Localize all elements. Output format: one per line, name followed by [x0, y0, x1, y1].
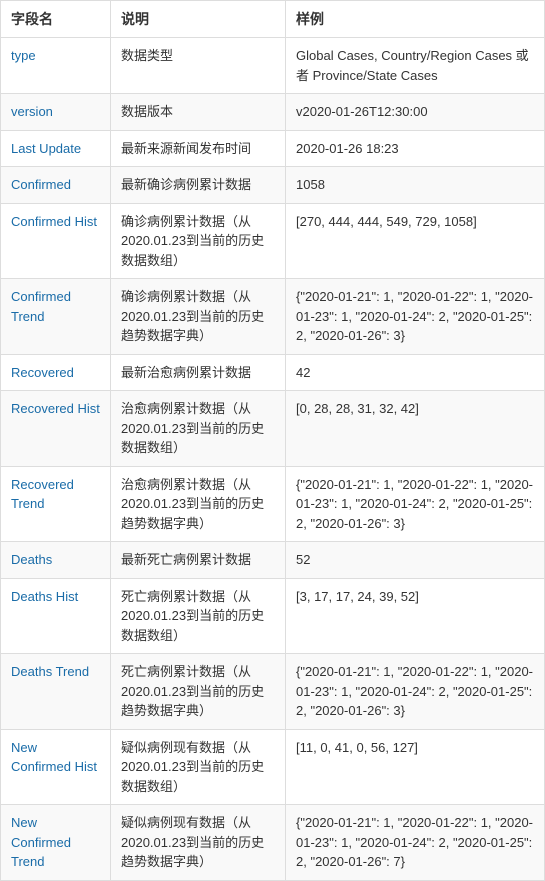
field-name: New Confirmed Hist	[1, 729, 111, 805]
field-example: 1058	[286, 167, 545, 204]
field-name: Last Update	[1, 130, 111, 167]
table-row: Recovered最新治愈病例累计数据42	[1, 354, 545, 391]
field-example: 42	[286, 354, 545, 391]
table-row: Deaths Trend死亡病例累计数据（从2020.01.23到当前的历史趋势…	[1, 654, 545, 730]
table-row: type数据类型Global Cases, Country/Region Cas…	[1, 38, 545, 94]
field-name: type	[1, 38, 111, 94]
table-row: Confirmed Hist确诊病例累计数据（从2020.01.23到当前的历史…	[1, 203, 545, 279]
field-example: {"2020-01-21": 1, "2020-01-22": 1, "2020…	[286, 466, 545, 542]
header-example: 样例	[286, 1, 545, 38]
table-row: version数据版本v2020-01-26T12:30:00	[1, 94, 545, 131]
field-name: version	[1, 94, 111, 131]
field-desc: 治愈病例累计数据（从2020.01.23到当前的历史数据数组）	[111, 391, 286, 467]
header-desc: 说明	[111, 1, 286, 38]
field-desc: 疑似病例现有数据（从2020.01.23到当前的历史数据数组）	[111, 729, 286, 805]
field-example: 52	[286, 542, 545, 579]
field-name: New Confirmed Trend	[1, 805, 111, 881]
field-desc: 最新死亡病例累计数据	[111, 542, 286, 579]
field-name: Confirmed Hist	[1, 203, 111, 279]
field-example: [0, 28, 28, 31, 32, 42]	[286, 391, 545, 467]
field-example: 2020-01-26 18:23	[286, 130, 545, 167]
field-name: Recovered Hist	[1, 391, 111, 467]
field-example: {"2020-01-21": 1, "2020-01-22": 1, "2020…	[286, 279, 545, 355]
table-row: Confirmed最新确诊病例累计数据1058	[1, 167, 545, 204]
field-example: {"2020-01-21": 1, "2020-01-22": 1, "2020…	[286, 654, 545, 730]
field-example: [11, 0, 41, 0, 56, 127]	[286, 729, 545, 805]
field-desc: 死亡病例累计数据（从2020.01.23到当前的历史数据数组）	[111, 578, 286, 654]
field-desc: 最新来源新闻发布时间	[111, 130, 286, 167]
table-row: Last Update最新来源新闻发布时间2020-01-26 18:23	[1, 130, 545, 167]
field-desc: 确诊病例累计数据（从2020.01.23到当前的历史数据数组）	[111, 203, 286, 279]
table-row: Recovered Hist治愈病例累计数据（从2020.01.23到当前的历史…	[1, 391, 545, 467]
field-desc: 最新确诊病例累计数据	[111, 167, 286, 204]
field-name: Deaths Hist	[1, 578, 111, 654]
table-row: Confirmed Trend确诊病例累计数据（从2020.01.23到当前的历…	[1, 279, 545, 355]
field-name: Recovered	[1, 354, 111, 391]
field-example: Global Cases, Country/Region Cases 或者 Pr…	[286, 38, 545, 94]
header-field: 字段名	[1, 1, 111, 38]
field-example: {"2020-01-21": 1, "2020-01-22": 1, "2020…	[286, 805, 545, 881]
field-desc: 确诊病例累计数据（从2020.01.23到当前的历史趋势数据字典）	[111, 279, 286, 355]
field-name: Confirmed Trend	[1, 279, 111, 355]
field-desc: 死亡病例累计数据（从2020.01.23到当前的历史趋势数据字典）	[111, 654, 286, 730]
field-desc: 最新治愈病例累计数据	[111, 354, 286, 391]
table-row: Recovered Trend治愈病例累计数据（从2020.01.23到当前的历…	[1, 466, 545, 542]
table-row: New Confirmed Trend疑似病例现有数据（从2020.01.23到…	[1, 805, 545, 881]
field-name: Deaths Trend	[1, 654, 111, 730]
field-desc: 疑似病例现有数据（从2020.01.23到当前的历史趋势数据字典）	[111, 805, 286, 881]
table-row: Deaths Hist死亡病例累计数据（从2020.01.23到当前的历史数据数…	[1, 578, 545, 654]
field-example: v2020-01-26T12:30:00	[286, 94, 545, 131]
field-example: [3, 17, 17, 24, 39, 52]	[286, 578, 545, 654]
table-row: Deaths最新死亡病例累计数据52	[1, 542, 545, 579]
field-desc: 治愈病例累计数据（从2020.01.23到当前的历史趋势数据字典）	[111, 466, 286, 542]
field-name: Confirmed	[1, 167, 111, 204]
field-name: Recovered Trend	[1, 466, 111, 542]
field-desc: 数据版本	[111, 94, 286, 131]
data-table: 字段名 说明 样例 type数据类型Global Cases, Country/…	[0, 0, 545, 881]
field-desc: 数据类型	[111, 38, 286, 94]
table-row: New Confirmed Hist疑似病例现有数据（从2020.01.23到当…	[1, 729, 545, 805]
field-name: Deaths	[1, 542, 111, 579]
field-example: [270, 444, 444, 549, 729, 1058]	[286, 203, 545, 279]
